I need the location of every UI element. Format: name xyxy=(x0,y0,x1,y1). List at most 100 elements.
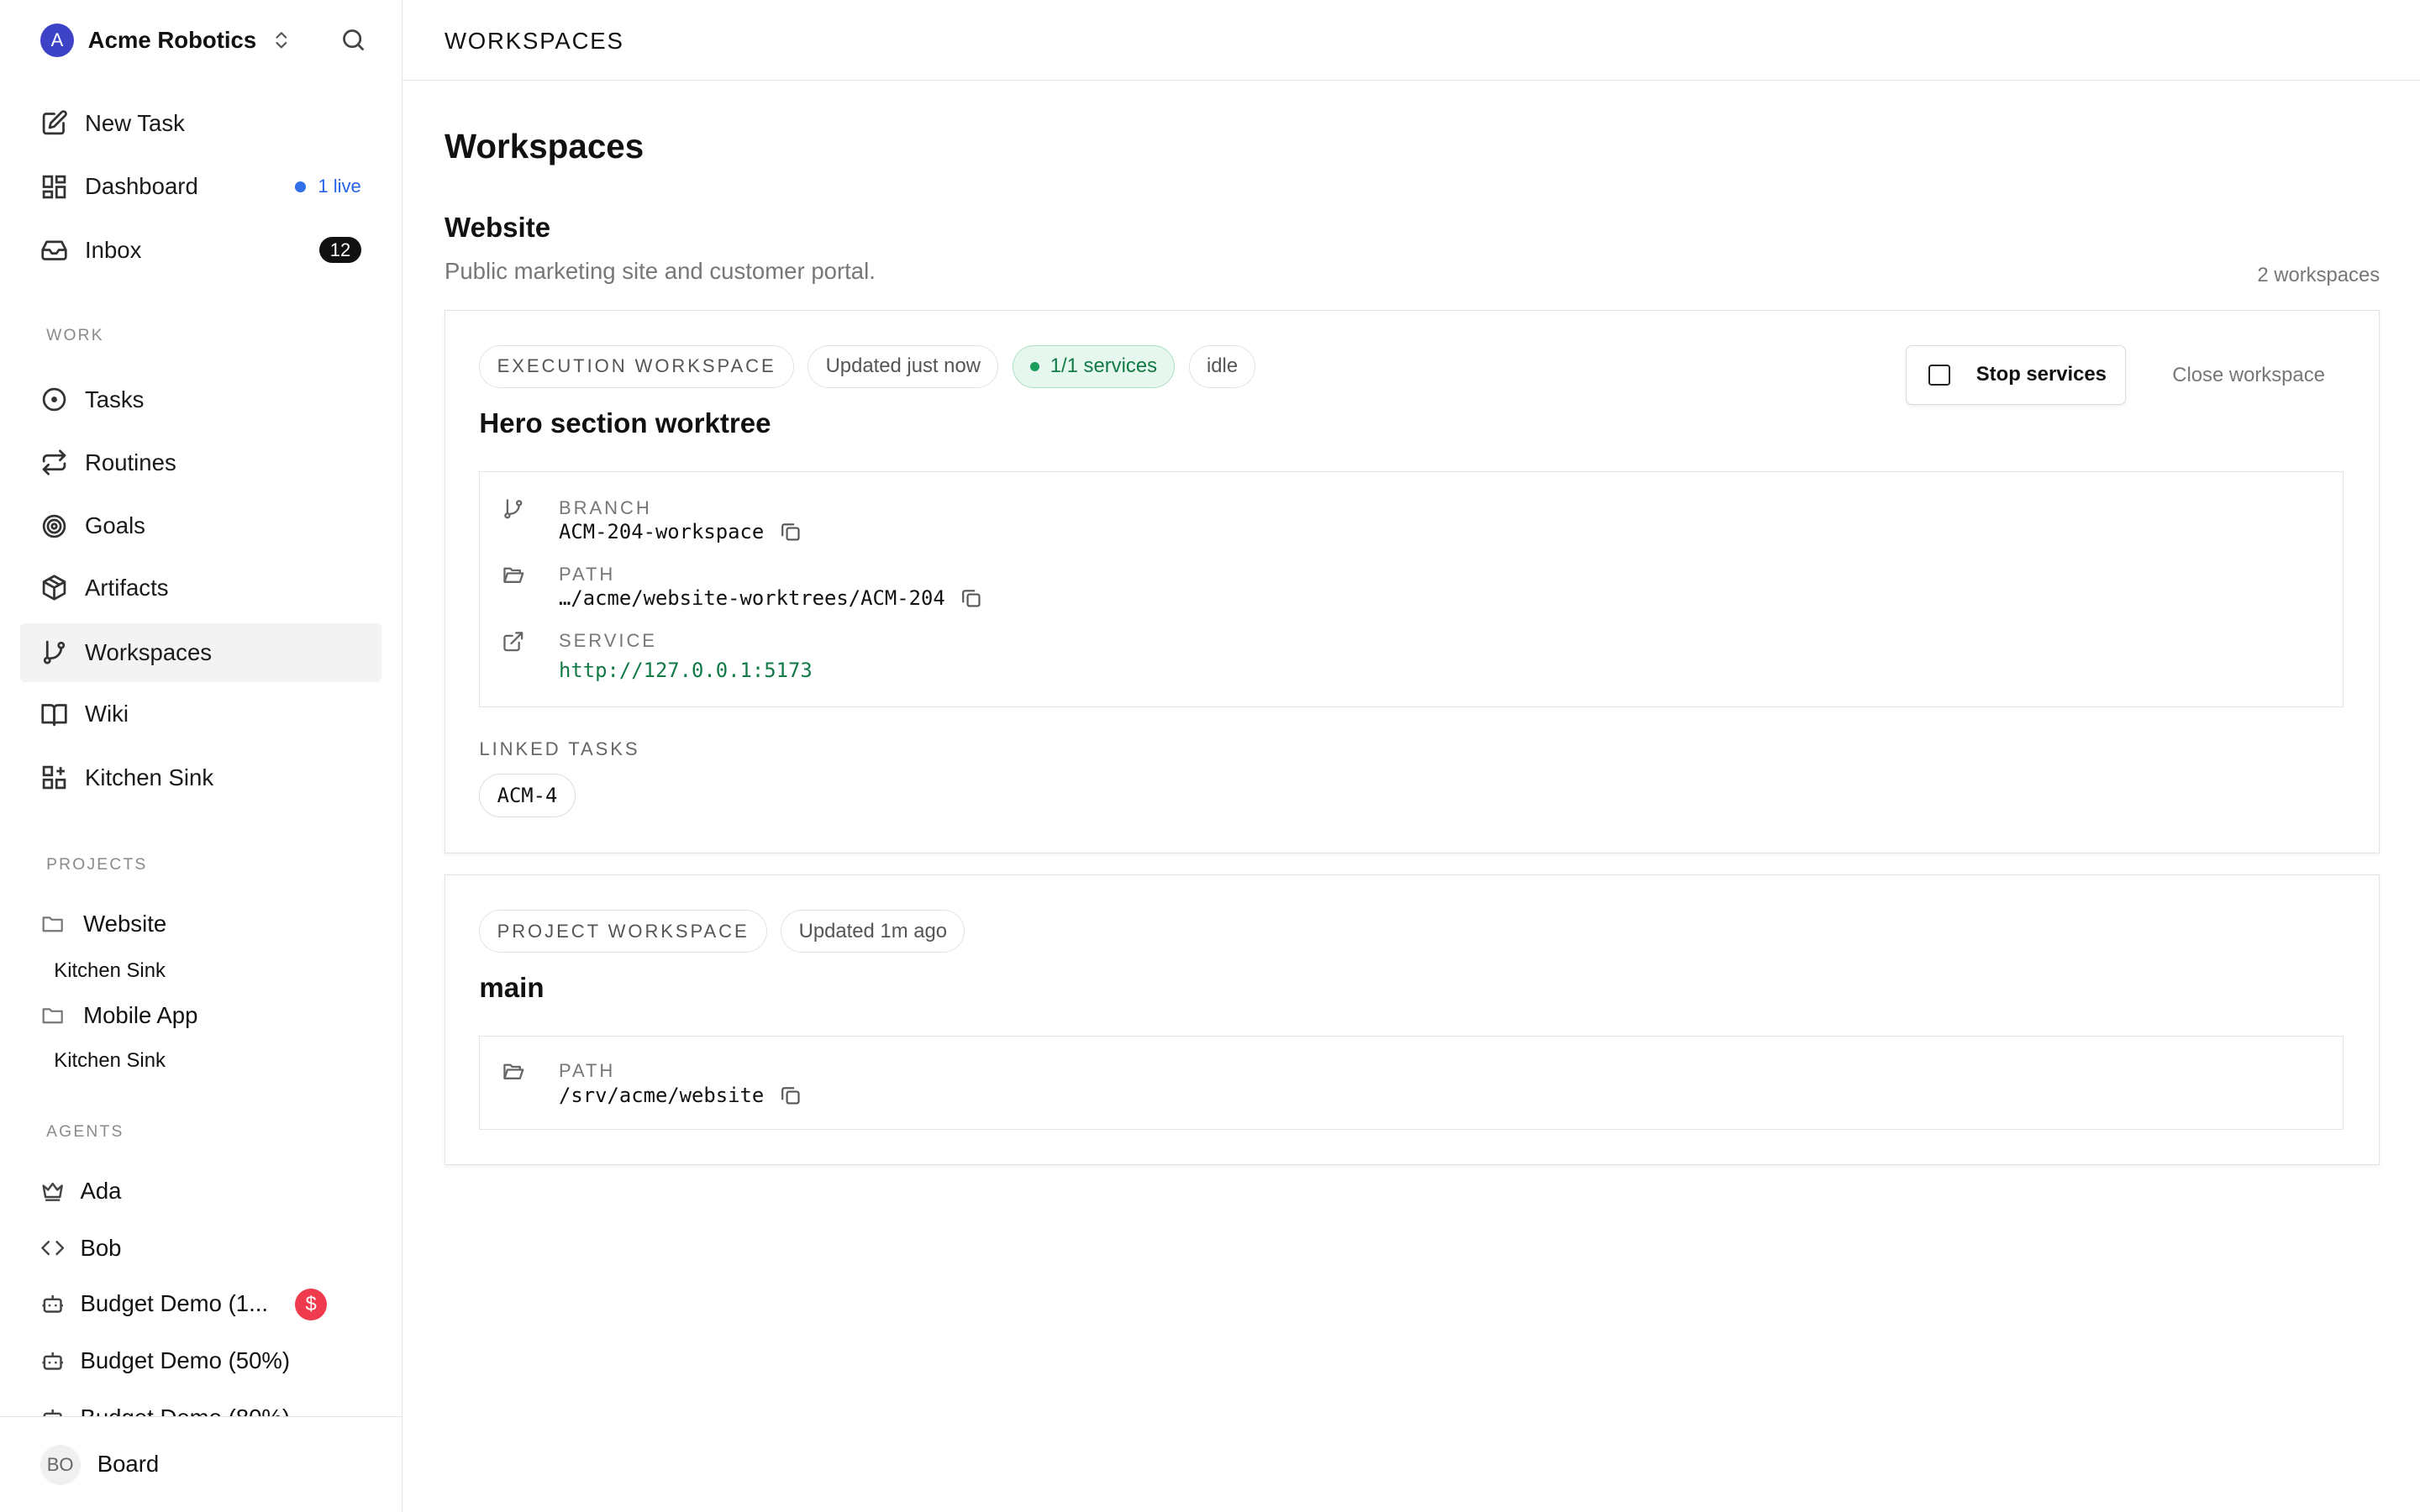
page-title: Workspaces xyxy=(444,126,644,165)
project-item-mobile-app[interactable]: Mobile App xyxy=(40,1000,198,1031)
linked-tasks-label: LINKED TASKS xyxy=(479,738,640,759)
services-status-chip: 1/1 services xyxy=(1012,344,1176,388)
external-link-icon xyxy=(502,630,525,654)
board-label: Board xyxy=(97,1451,160,1478)
workspace-type-chip: EXECUTION WORKSPACE xyxy=(479,344,794,388)
workspace-type-chip: PROJECT WORKSPACE xyxy=(479,909,767,953)
agent-item-ada[interactable]: Ada xyxy=(40,1176,122,1207)
search-icon[interactable] xyxy=(339,26,367,54)
services-status-text: 1/1 services xyxy=(1050,354,1158,378)
bot-icon xyxy=(40,1348,65,1373)
workspace-details: BRANCH ACM-204-workspace PATH …/acme/web… xyxy=(479,471,2344,708)
nav-label: Goals xyxy=(85,512,145,539)
sidebar: A Acme Robotics New Task Dashboard 1 liv… xyxy=(0,0,403,1512)
section-label-work: WORK xyxy=(46,327,104,345)
folder-open-icon xyxy=(502,1060,525,1084)
dashboard-icon xyxy=(40,173,68,201)
nav-new-task[interactable]: New Task xyxy=(20,94,381,153)
bot-icon xyxy=(40,1291,65,1315)
workspace-title: Hero section worktree xyxy=(479,407,771,439)
branch-value: ACM-204-workspace xyxy=(559,520,801,543)
agent-name: Bob xyxy=(80,1234,122,1261)
workspace-count: 2 workspaces xyxy=(2257,264,2381,287)
top-bar: WORKSPACES xyxy=(402,0,2420,81)
copy-icon[interactable] xyxy=(960,587,982,609)
target-icon xyxy=(40,512,68,540)
project-item-website[interactable]: Website xyxy=(40,909,166,940)
linked-task-chip[interactable]: ACM-4 xyxy=(479,774,576,817)
path-value: …/acme/website-worktrees/ACM-204 xyxy=(559,586,982,610)
nav-kitchen-sink[interactable]: Kitchen Sink xyxy=(20,748,381,807)
user-avatar: BO xyxy=(39,1445,81,1485)
nav-inbox[interactable]: Inbox 12 xyxy=(20,221,381,280)
org-avatar: A xyxy=(39,23,75,57)
nav-label: Wiki xyxy=(85,701,129,727)
workspace-card-project: PROJECT WORKSPACE Updated 1m ago main PA… xyxy=(444,874,2381,1165)
live-dot xyxy=(294,181,306,192)
folder-open-icon xyxy=(502,564,525,587)
agent-name: Budget Demo (50%) xyxy=(80,1347,291,1373)
budget-alert-badge: $ xyxy=(294,1288,328,1321)
copy-icon[interactable] xyxy=(780,521,802,543)
circle-dot-icon xyxy=(40,386,68,413)
code-icon xyxy=(40,1236,65,1260)
package-icon xyxy=(40,574,68,601)
edit-icon xyxy=(40,109,68,137)
nav-goals[interactable]: Goals xyxy=(20,496,381,555)
inbox-count-badge: 12 xyxy=(319,236,361,264)
folder-icon xyxy=(40,1003,65,1027)
section-label-projects: PROJECTS xyxy=(46,856,148,874)
path-value-text: /srv/acme/website xyxy=(559,1083,765,1107)
project-sub-item[interactable]: Kitchen Sink xyxy=(54,959,166,983)
repeat-icon xyxy=(40,449,68,476)
org-switcher[interactable]: A Acme Robotics xyxy=(39,23,292,57)
status-dot xyxy=(1029,361,1039,371)
nav-wiki[interactable]: Wiki xyxy=(20,685,381,743)
blocks-icon xyxy=(40,764,68,791)
section-label-agents: AGENTS xyxy=(46,1123,124,1142)
book-open-icon xyxy=(40,701,68,728)
project-sub-item[interactable]: Kitchen Sink xyxy=(54,1049,166,1073)
nav-label: Inbox xyxy=(85,236,142,263)
nav-label: Dashboard xyxy=(85,173,198,200)
crown-icon xyxy=(40,1179,65,1203)
folder-icon xyxy=(40,911,65,936)
agent-item-budget-demo-1[interactable]: Budget Demo (1... xyxy=(40,1289,268,1320)
stop-services-label: Stop services xyxy=(1975,363,2107,386)
workspace-chip-row: PROJECT WORKSPACE Updated 1m ago xyxy=(479,909,965,953)
nav-label: Tasks xyxy=(85,386,145,412)
copy-icon[interactable] xyxy=(780,1084,802,1106)
service-label: SERVICE xyxy=(559,629,657,651)
agent-item-bob[interactable]: Bob xyxy=(40,1233,122,1264)
chevron-up-down-icon xyxy=(271,29,292,51)
breadcrumb-title: WORKSPACES xyxy=(444,28,624,55)
project-name: Website xyxy=(83,911,167,937)
nav-artifacts[interactable]: Artifacts xyxy=(20,559,381,617)
agent-name: Budget Demo (1... xyxy=(80,1290,269,1316)
agent-name: Ada xyxy=(80,1177,122,1204)
branch-label: BRANCH xyxy=(559,496,652,518)
org-name: Acme Robotics xyxy=(87,26,257,53)
nav-label: New Task xyxy=(85,109,185,136)
sidebar-footer[interactable]: BO Board xyxy=(0,1416,402,1512)
project-name: Mobile App xyxy=(83,1001,198,1028)
nav-workspaces[interactable]: Workspaces xyxy=(19,623,381,682)
workspace-card-execution: EXECUTION WORKSPACE Updated just now 1/1… xyxy=(444,310,2381,853)
git-branch-icon xyxy=(40,638,68,666)
nav-tasks[interactable]: Tasks xyxy=(20,370,381,429)
nav-label: Artifacts xyxy=(85,574,169,601)
inbox-icon xyxy=(40,236,68,264)
stop-services-button[interactable]: Stop services xyxy=(1906,344,2126,406)
agent-item-budget-demo-50[interactable]: Budget Demo (50%) xyxy=(40,1346,290,1377)
nav-label: Workspaces xyxy=(85,638,213,665)
live-badge-text: 1 live xyxy=(318,176,361,197)
branch-value-text: ACM-204-workspace xyxy=(559,520,765,544)
close-workspace-button[interactable]: Close workspace xyxy=(2172,364,2325,387)
updated-chip: Updated 1m ago xyxy=(781,909,965,953)
workspace-chip-row: EXECUTION WORKSPACE Updated just now 1/1… xyxy=(479,344,1256,388)
nav-dashboard[interactable]: Dashboard 1 live xyxy=(20,157,381,216)
path-value-text: …/acme/website-worktrees/ACM-204 xyxy=(559,586,945,611)
nav-routines[interactable]: Routines xyxy=(20,433,381,492)
service-url-link[interactable]: http://127.0.0.1:5173 xyxy=(559,659,813,682)
updated-chip: Updated just now xyxy=(808,344,999,388)
